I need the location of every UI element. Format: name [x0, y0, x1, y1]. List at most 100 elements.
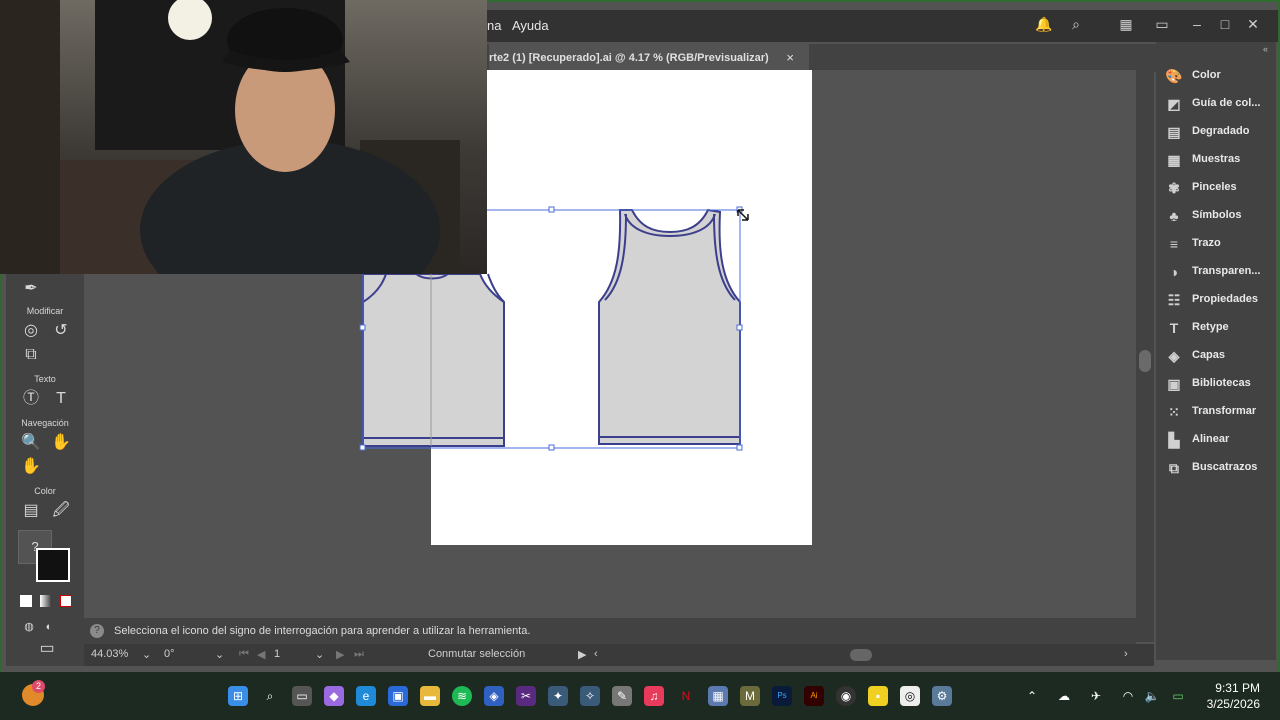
- app-icon-3[interactable]: ✧: [580, 686, 600, 706]
- zoom-tool-icon[interactable]: 🔍: [20, 432, 42, 454]
- obs-icon[interactable]: ◉: [836, 686, 856, 706]
- horizontal-scroll-thumb[interactable]: [850, 649, 872, 661]
- help-icon[interactable]: ?: [90, 624, 104, 638]
- spotify-icon[interactable]: ≋: [452, 686, 472, 706]
- tools-panel: ✒ Modificar ◎ ↺ ⧉ Texto Ⓣ T Navegación 🔍…: [6, 274, 84, 666]
- camera-app-icon[interactable]: ◎: [900, 686, 920, 706]
- photoshop-icon[interactable]: Ps: [772, 686, 792, 706]
- vertical-scrollbar[interactable]: [1136, 70, 1154, 642]
- zoom-field[interactable]: 44.03%: [91, 648, 128, 660]
- clock-time: 9:31 PM: [1215, 681, 1260, 695]
- prev-artboard-icon[interactable]: ◀: [257, 648, 265, 661]
- notification-badge: 2: [32, 680, 45, 693]
- next-artboard-icon[interactable]: ▶: [336, 648, 344, 661]
- scroll-right-icon[interactable]: ›: [1124, 648, 1128, 660]
- panel-pathfinder[interactable]: ⧉ Buscatrazos: [1162, 454, 1274, 482]
- last-artboard-icon[interactable]: ⏭: [354, 648, 364, 661]
- tank-top-front[interactable]: [598, 208, 741, 445]
- artboard-number-field[interactable]: 1: [274, 648, 280, 660]
- illustrator-icon[interactable]: Ai: [804, 686, 824, 706]
- pen-icon[interactable]: ✈: [1086, 686, 1106, 706]
- gradient-mode-icon[interactable]: [40, 595, 52, 607]
- copilot-icon[interactable]: ◆: [324, 686, 344, 706]
- retype-icon: T: [1169, 320, 1179, 336]
- shape-builder-icon[interactable]: ◎: [20, 320, 42, 342]
- panel-gradient[interactable]: ▤ Degradado: [1162, 118, 1274, 146]
- toggle-selection-label[interactable]: Conmutar selección: [428, 648, 525, 660]
- section-text-label: Texto: [34, 374, 56, 384]
- transparency-icon: ◑: [1169, 264, 1179, 280]
- draw-behind-icon[interactable]: ◐: [38, 616, 60, 638]
- panel-transparency[interactable]: ◑ Transparen...: [1162, 258, 1274, 286]
- draw-mode-icon[interactable]: ◍: [18, 616, 40, 638]
- chevron-down-icon[interactable]: ⌄: [215, 648, 224, 661]
- panel-brushes[interactable]: ✾ Pinceles: [1162, 174, 1274, 202]
- section-modify-label: Modificar: [26, 306, 64, 316]
- clock-date: 3/25/2026: [1206, 697, 1260, 711]
- windows-taskbar: 2 ⊞ ⌕ ▭ ◆ e ▣ ▬ ≋ ◈ ✂ ✦ ✧ ✎ ♫ N ▦ M Ps A…: [0, 672, 1280, 720]
- tank-top-back[interactable]: [362, 273, 505, 447]
- swatches-icon: ▦: [1167, 152, 1181, 168]
- panel-symbols[interactable]: ♣ Símbolos: [1162, 202, 1274, 230]
- panel-swatches[interactable]: ▦ Muestras: [1162, 146, 1274, 174]
- app-icon-2[interactable]: ✦: [548, 686, 568, 706]
- security-icon[interactable]: ◈: [484, 686, 504, 706]
- type-tool-icon[interactable]: T: [50, 388, 72, 410]
- wifi-icon[interactable]: ◠: [1118, 686, 1138, 706]
- hand-tool-icon[interactable]: ✋: [50, 432, 72, 454]
- volume-icon[interactable]: 🔈: [1142, 686, 1162, 706]
- align-icon: ▙: [1168, 432, 1180, 448]
- sticky-notes-icon[interactable]: ▪: [868, 686, 888, 706]
- cloud-icon[interactable]: ☁: [1054, 686, 1074, 706]
- panel-libraries[interactable]: ▣ Bibliotecas: [1162, 370, 1274, 398]
- stroke-swatch[interactable]: [36, 548, 70, 582]
- pathfinder-icon: ⧉: [1169, 460, 1179, 476]
- panel-stroke[interactable]: ≡ Trazo: [1162, 230, 1274, 258]
- system-clock[interactable]: 9:31 PM 3/25/2026: [1207, 680, 1260, 712]
- collapse-panels-icon[interactable]: «: [1263, 44, 1268, 54]
- panel-align[interactable]: ▙ Alinear: [1162, 426, 1274, 454]
- calculator-icon[interactable]: ▦: [708, 686, 728, 706]
- panel-properties[interactable]: ☷ Propiedades: [1162, 286, 1274, 314]
- pen-tool-icon[interactable]: ✒: [20, 278, 42, 300]
- first-artboard-icon[interactable]: ⏮: [239, 648, 249, 661]
- search-icon[interactable]: ⌕: [260, 686, 280, 706]
- gradient-tool-icon[interactable]: ▤: [20, 500, 42, 522]
- play-icon[interactable]: ▶: [578, 648, 586, 661]
- rotate-view-icon[interactable]: ✋: [20, 456, 42, 478]
- app-icon[interactable]: ✂: [516, 686, 536, 706]
- transform-icon: ⁙: [1168, 404, 1180, 420]
- eyedropper-icon[interactable]: 🖉: [50, 500, 72, 522]
- netflix-icon[interactable]: N: [676, 686, 696, 706]
- color-mode-icon[interactable]: [20, 595, 32, 607]
- layers-icon: ◈: [1168, 348, 1180, 364]
- scroll-left-icon[interactable]: ‹: [594, 648, 598, 660]
- chevron-down-icon[interactable]: ⌄: [315, 648, 324, 661]
- rotate-tool-icon[interactable]: ↺: [50, 320, 72, 342]
- properties-icon: ☷: [1167, 292, 1181, 308]
- chevron-down-icon[interactable]: ⌄: [142, 648, 151, 661]
- scroll-thumb[interactable]: [1139, 350, 1151, 372]
- panel-retype[interactable]: T Retype: [1162, 314, 1274, 342]
- music-icon[interactable]: ♫: [644, 686, 664, 706]
- task-view-icon[interactable]: ▭: [292, 686, 312, 706]
- type-on-path-icon[interactable]: Ⓣ: [20, 388, 42, 410]
- panel-color[interactable]: 🎨 Color: [1162, 62, 1274, 90]
- settings-icon[interactable]: ⚙: [932, 686, 952, 706]
- screen-mode-icon[interactable]: ▭: [36, 638, 58, 660]
- notepad-icon[interactable]: ✎: [612, 686, 632, 706]
- battery-icon[interactable]: ▭: [1168, 686, 1188, 706]
- none-mode-icon[interactable]: [60, 595, 72, 607]
- game-icon[interactable]: M: [740, 686, 760, 706]
- panel-transform[interactable]: ⁙ Transformar: [1162, 398, 1274, 426]
- chevron-up-icon[interactable]: ⌃: [1022, 686, 1042, 706]
- panel-color-guide[interactable]: ◩ Guía de col...: [1162, 90, 1274, 118]
- status-bar: 44.03% ⌄ 0° ⌄ ⏮ ◀ 1 ⌄ ▶ ⏭ Conmutar selec…: [84, 644, 1154, 666]
- edge-icon[interactable]: e: [356, 686, 376, 706]
- file-explorer-icon[interactable]: ▬: [420, 686, 440, 706]
- panel-layers[interactable]: ◈ Capas: [1162, 342, 1274, 370]
- start-icon[interactable]: ⊞: [228, 686, 248, 706]
- store-icon[interactable]: ▣: [388, 686, 408, 706]
- rotation-field[interactable]: 0°: [164, 648, 175, 660]
- blend-tool-icon[interactable]: ⧉: [20, 344, 42, 366]
